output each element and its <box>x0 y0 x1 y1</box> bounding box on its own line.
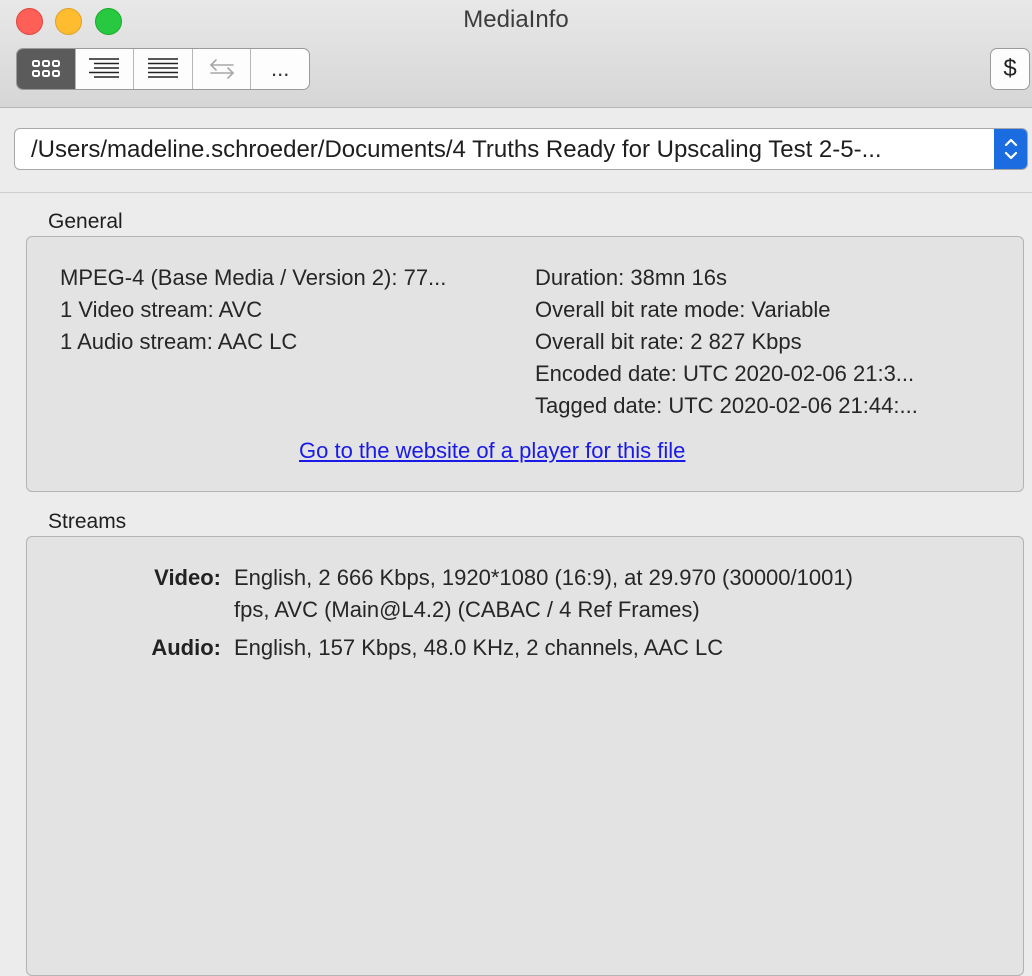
overall-bit-rate-mode: Overall bit rate mode: Variable <box>535 297 831 322</box>
video-stream-details-line1: English, 2 666 Kbps, 1920*1080 (16:9), a… <box>234 565 853 590</box>
tagged-date: Tagged date: UTC 2020-02-06 21:44:... <box>535 393 918 418</box>
encoded-date: Encoded date: UTC 2020-02-06 21:3... <box>535 361 915 386</box>
file-path-text: /Users/madeline.schroeder/Documents/4 Tr… <box>31 136 882 163</box>
sheet-view-button[interactable] <box>76 49 135 89</box>
player-website-link[interactable]: Go to the website of a player for this f… <box>299 438 685 464</box>
audio-stream-details: English, 157 Kbps, 48.0 KHz, 2 channels,… <box>234 635 724 660</box>
popup-arrows-icon[interactable] <box>994 129 1027 169</box>
divider <box>0 192 1032 193</box>
duration: Duration: 38mn 16s <box>535 265 727 290</box>
audio-stream-label: Audio: <box>151 635 221 660</box>
video-stream-label: Video: <box>154 565 221 590</box>
video-stream-details-line2: fps, AVC (Main@L4.2) (CABAC / 4 Ref Fram… <box>234 597 700 622</box>
more-views-button[interactable]: ... <box>251 49 309 89</box>
general-heading: General <box>48 210 123 233</box>
title-bar: MediaInfo ... $ <box>0 0 1032 108</box>
arrows-icon <box>209 59 234 79</box>
text-view-button[interactable] <box>134 49 193 89</box>
basic-view-button[interactable] <box>17 49 76 89</box>
window-title: MediaInfo <box>463 6 569 33</box>
view-selector: ... <box>16 48 310 90</box>
overall-bit-rate: Overall bit rate: 2 827 Kbps <box>535 329 802 354</box>
audio-stream-count: 1 Audio stream: AAC LC <box>60 329 298 354</box>
grid-icon <box>31 60 60 77</box>
container-format: MPEG-4 (Base Media / Version 2): 77... <box>60 265 447 290</box>
ellipsis-icon: ... <box>271 56 290 81</box>
streams-box: Video: English, 2 666 Kbps, 1920*1080 (1… <box>26 536 1024 976</box>
streams-heading: Streams <box>48 510 127 533</box>
file-path-popup[interactable]: /Users/madeline.schroeder/Documents/4 Tr… <box>14 128 1028 170</box>
indented-list-icon <box>89 58 120 78</box>
donate-button[interactable]: $ <box>990 48 1030 90</box>
lines-icon <box>147 58 178 78</box>
compare-view-button[interactable] <box>193 49 252 89</box>
video-stream-count: 1 Video stream: AVC <box>60 297 263 322</box>
